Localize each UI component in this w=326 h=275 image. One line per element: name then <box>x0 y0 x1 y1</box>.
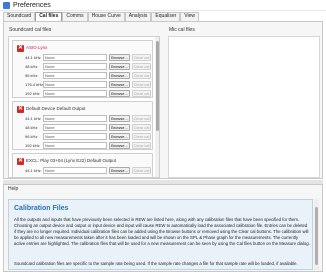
sample-rate-label: 176.4 kHz <box>25 82 44 87</box>
cal-row: 176.4 kHz None Browse... Clear cal <box>25 81 151 88</box>
cal-row: 48 kHz None Browse... Clear cal <box>25 63 151 70</box>
sample-rate-label: 192 kHz <box>25 143 40 148</box>
clear-cal-button[interactable]: Clear cal <box>132 63 151 70</box>
tab-strip: Soundcard Cal files Comms House Curve An… <box>3 12 200 21</box>
sample-rate-label: 44.1 kHz <box>25 116 41 121</box>
clear-cal-button[interactable]: Clear cal <box>132 115 151 122</box>
remove-device-button[interactable]: ✕ <box>17 106 24 113</box>
browse-button[interactable]: Browse... <box>109 63 130 70</box>
app-icon <box>3 2 10 9</box>
tab-equaliser[interactable]: Equaliser <box>151 12 181 21</box>
cal-file-field[interactable]: None <box>43 124 107 131</box>
browse-button[interactable]: Browse... <box>109 142 130 149</box>
tab-cal-files[interactable]: Cal files <box>35 12 63 21</box>
cal-row: 44.1 kHz None Browse... Clear cal <box>25 54 151 61</box>
cal-row: 192 kHz None Browse... Clear cal <box>25 142 151 149</box>
clear-cal-button[interactable]: Clear cal <box>132 90 151 97</box>
cal-file-field[interactable]: None <box>43 72 107 79</box>
scrollbar-thumb[interactable] <box>156 41 159 131</box>
clear-cal-button[interactable]: Clear cal <box>132 54 151 61</box>
mic-cal-files-label: Mic cal files <box>169 27 195 33</box>
help-scrollbar[interactable] <box>314 199 319 270</box>
scrollbar-thumb[interactable] <box>315 207 318 265</box>
soundcard-cal-files-label: Soundcard cal files <box>9 27 52 33</box>
help-content: Calibration Files All the outputs and in… <box>8 199 313 270</box>
cal-row: 96 kHz None Browse... Clear cal <box>25 72 151 79</box>
cal-file-field[interactable]: None <box>43 115 107 122</box>
browse-button[interactable]: Browse... <box>109 115 130 122</box>
clear-cal-button[interactable]: Clear cal <box>132 124 151 131</box>
sample-rate-label: 44.1 kHz <box>25 55 41 60</box>
remove-device-button[interactable]: ✕ <box>17 45 24 52</box>
sample-rate-label: 192 kHz <box>25 91 40 96</box>
browse-button[interactable]: Browse... <box>109 72 130 79</box>
browse-button[interactable]: Browse... <box>109 81 130 88</box>
cal-file-field[interactable]: None <box>43 90 107 97</box>
cal-file-field[interactable]: None <box>43 63 107 70</box>
device-group: ✕ ASIO Lynx 44.1 kHz None Browse... Clea… <box>12 40 153 98</box>
sample-rate-label: 44.1 kHz <box>25 168 41 173</box>
tab-view[interactable]: View <box>180 12 200 21</box>
cal-file-field[interactable]: None <box>43 142 107 149</box>
clear-cal-button[interactable]: Clear cal <box>132 142 151 149</box>
mic-cal-list <box>168 36 320 178</box>
tab-soundcard[interactable]: Soundcard <box>3 12 36 21</box>
help-label: Help <box>8 186 19 192</box>
tab-analysis[interactable]: Analysis <box>124 12 152 21</box>
device-name: EXCL: Play 03+04 (Lynx E22) Default Outp… <box>26 158 117 163</box>
browse-button[interactable]: Browse... <box>109 124 130 131</box>
help-heading: Calibration Files <box>14 205 69 212</box>
soundcard-list-scrollbar[interactable] <box>155 37 159 177</box>
remove-device-button[interactable]: ✕ <box>17 158 24 165</box>
cal-row: 96 kHz None Browse... Clear cal <box>25 133 151 140</box>
cal-row: 44.1 kHz None Browse... Clear cal <box>25 115 151 122</box>
device-name: ASIO Lynx <box>26 45 48 50</box>
clear-cal-button[interactable]: Clear cal <box>132 81 151 88</box>
title-bar: Preferences <box>0 0 326 11</box>
cal-file-field[interactable]: None <box>43 81 107 88</box>
sample-rate-label: 48 kHz <box>25 64 38 69</box>
cal-file-field[interactable]: None <box>43 133 107 140</box>
soundcard-cal-list: ✕ ASIO Lynx 44.1 kHz None Browse... Clea… <box>8 36 160 178</box>
sample-rate-label: 96 kHz <box>25 73 38 78</box>
browse-button[interactable]: Browse... <box>109 90 130 97</box>
clear-cal-button[interactable]: Clear cal <box>132 133 151 140</box>
help-panel: Help Calibration Files All the outputs a… <box>3 184 323 272</box>
sample-rate-label: 48 kHz <box>25 125 38 130</box>
cal-row: 192 kHz None Browse... Clear cal <box>25 90 151 97</box>
device-name: Default Device Default Output <box>26 106 86 111</box>
tab-house-curve[interactable]: House Curve <box>87 12 125 21</box>
help-paragraph: Soundcard calibration files are specific… <box>14 261 298 266</box>
browse-button[interactable]: Browse... <box>109 167 130 174</box>
cal-files-panel: Soundcard cal files Mic cal files ✕ ASIO… <box>3 21 323 179</box>
device-group: ✕ EXCL: Play 03+04 (Lynx E22) Default Ou… <box>12 153 153 177</box>
sample-rate-label: 96 kHz <box>25 134 38 139</box>
help-paragraph: All the outputs and inputs that have pre… <box>14 217 310 246</box>
clear-cal-button[interactable]: Clear cal <box>132 72 151 79</box>
browse-button[interactable]: Browse... <box>109 54 130 61</box>
cal-file-field[interactable]: None <box>43 54 107 61</box>
cal-file-field[interactable]: None <box>43 167 107 174</box>
window-title: Preferences <box>13 2 51 9</box>
tab-comms[interactable]: Comms <box>62 12 88 21</box>
cal-row: 48 kHz None Browse... Clear cal <box>25 124 151 131</box>
clear-cal-button[interactable]: Clear cal <box>132 167 151 174</box>
browse-button[interactable]: Browse... <box>109 133 130 140</box>
device-group: ✕ Default Device Default Output 44.1 kHz… <box>12 101 153 150</box>
cal-row: 44.1 kHz None Browse... Clear cal <box>25 167 151 174</box>
